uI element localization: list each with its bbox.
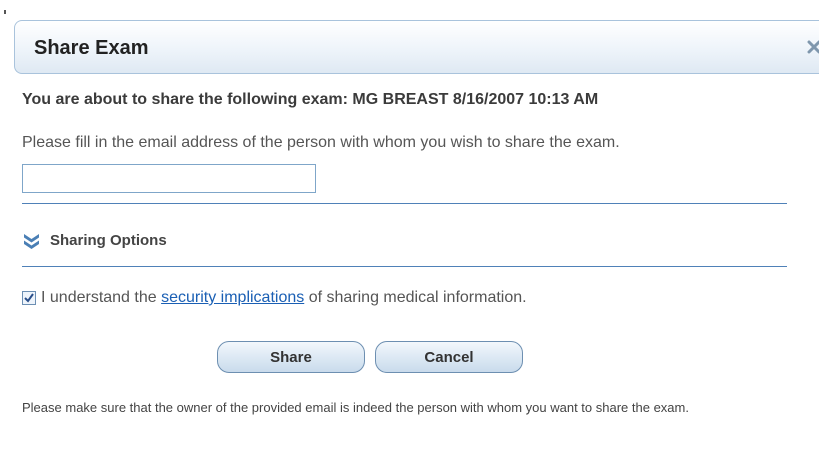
chevrons-down-icon <box>22 231 41 250</box>
close-icon[interactable] <box>804 37 819 57</box>
share-exam-dialog: Share Exam You are about to share the fo… <box>0 0 819 467</box>
dialog-title-bar: Share Exam <box>14 20 819 74</box>
sharing-options-toggle[interactable]: Sharing Options <box>22 228 167 252</box>
ownership-note: Please make sure that the owner of the p… <box>22 400 689 415</box>
consent-row: I understand the security implications o… <box>22 287 527 309</box>
email-input[interactable] <box>22 164 316 193</box>
cancel-button[interactable]: Cancel <box>375 341 523 373</box>
share-button[interactable]: Share <box>217 341 365 373</box>
divider <box>22 203 787 204</box>
consent-checkbox[interactable] <box>22 291 36 305</box>
security-implications-link[interactable]: security implications <box>161 289 304 307</box>
divider <box>22 266 787 267</box>
consent-text-after: of sharing medical information. <box>308 289 527 306</box>
dialog-title: Share Exam <box>34 37 149 59</box>
corner-mark <box>4 10 6 14</box>
exam-summary: You are about to share the following exa… <box>22 91 599 108</box>
consent-text-before: I understand the <box>41 289 157 306</box>
checkmark-icon <box>24 293 34 303</box>
sharing-options-label: Sharing Options <box>50 231 167 249</box>
email-instructions: Please fill in the email address of the … <box>22 134 620 151</box>
